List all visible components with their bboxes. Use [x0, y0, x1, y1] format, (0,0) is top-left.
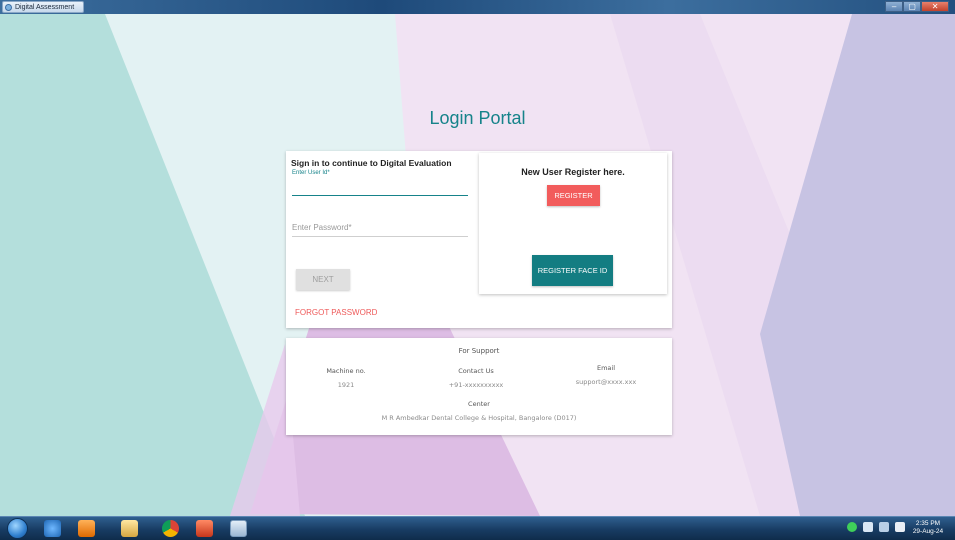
- password-field[interactable]: Enter Password*: [292, 223, 352, 232]
- machine-value: 1921: [337, 381, 355, 389]
- email-info: Email support@xxxx.xxx: [546, 364, 666, 386]
- media-player-icon[interactable]: [78, 520, 95, 537]
- center-info: Center M R Ambedkar Dental College & Hos…: [286, 400, 672, 422]
- page-title: Login Portal: [429, 108, 526, 128]
- chrome-icon[interactable]: [162, 520, 179, 537]
- start-button[interactable]: [7, 518, 28, 539]
- userid-underline: [292, 195, 468, 196]
- contact-info: Contact Us +91-xxxxxxxxxx: [426, 367, 526, 389]
- contact-value: +91-xxxxxxxxxx: [448, 381, 504, 389]
- support-card: For Support Machine no. 1921 Contact Us …: [286, 338, 672, 435]
- contact-label: Contact Us: [458, 367, 494, 375]
- network-icon[interactable]: [847, 522, 857, 532]
- center-value: M R Ambedkar Dental College & Hospital, …: [381, 414, 577, 422]
- internet-explorer-icon[interactable]: [44, 520, 61, 537]
- userid-field[interactable]: Enter User Id*: [292, 170, 330, 176]
- machine-info: Machine no. 1921: [306, 367, 386, 389]
- maximize-button[interactable]: ▢: [903, 1, 922, 12]
- clock-time: 2:35 PM: [915, 520, 941, 527]
- signin-heading: Sign in to continue to Digital Evaluatio…: [291, 158, 452, 168]
- file-explorer-icon[interactable]: [121, 520, 138, 537]
- window-controls: – ▢ ✕: [885, 1, 949, 12]
- flag-icon[interactable]: [895, 522, 905, 532]
- password-underline: [292, 236, 468, 237]
- support-title: For Support: [458, 347, 500, 355]
- pdf-reader-icon[interactable]: [196, 520, 213, 537]
- email-label: Email: [596, 364, 616, 372]
- volume-icon[interactable]: [863, 522, 873, 532]
- register-card: New User Register here. REGISTER REGISTE…: [479, 153, 667, 294]
- app-icon: [5, 4, 12, 11]
- clock-date: 29-Aug-24: [912, 528, 944, 535]
- window-titlebar: Digital Assessment – ▢ ✕: [0, 0, 955, 14]
- app-taskbar-icon[interactable]: [230, 520, 247, 537]
- email-value: support@xxxx.xxx: [575, 378, 637, 386]
- window-title: Digital Assessment: [15, 4, 75, 11]
- close-button[interactable]: ✕: [921, 1, 949, 12]
- machine-label: Machine no.: [326, 367, 366, 375]
- center-label: Center: [468, 400, 490, 408]
- forgot-password-link[interactable]: FORGOT PASSWORD: [295, 308, 377, 317]
- register-heading: New User Register here.: [521, 167, 625, 177]
- register-button[interactable]: REGISTER: [547, 185, 600, 206]
- display-icon[interactable]: [879, 522, 889, 532]
- window-title-tab[interactable]: Digital Assessment: [2, 1, 84, 13]
- next-button[interactable]: NEXT: [296, 269, 350, 290]
- signin-form: Sign in to continue to Digital Evaluatio…: [286, 151, 476, 328]
- register-face-id-button[interactable]: REGISTER FACE ID: [532, 255, 613, 286]
- minimize-button[interactable]: –: [885, 1, 904, 12]
- clock[interactable]: 2:35 PM 29-Aug-24: [911, 520, 945, 536]
- system-tray: [847, 522, 905, 532]
- taskbar: 2:35 PM 29-Aug-24: [0, 516, 955, 540]
